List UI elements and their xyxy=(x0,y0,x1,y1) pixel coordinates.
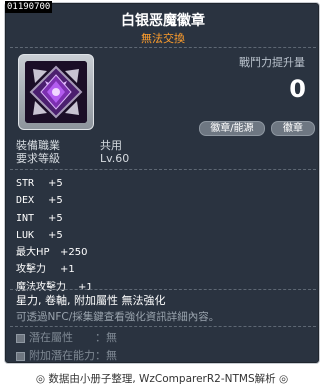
stat-value: +5 xyxy=(48,212,63,224)
stat-value: +250 xyxy=(60,247,88,259)
badge-button[interactable]: 徽章 xyxy=(271,121,315,136)
stat-name: STR xyxy=(16,178,35,189)
stat-name: LUK xyxy=(16,229,35,241)
enhancement-info-text: 可透過NFC/採集鍵查看強化資訊詳細內容。 xyxy=(16,311,220,323)
potential-value: ：無 xyxy=(95,331,117,344)
stat-value: +5 xyxy=(48,229,63,241)
bonus-potential-row: 附加潛在能力 ：無 xyxy=(16,347,117,365)
stat-name: DEX xyxy=(16,195,35,207)
level-value: Lv.60 xyxy=(100,152,130,165)
item-icon-frame xyxy=(18,54,94,130)
trade-status: 無法交換 xyxy=(141,32,185,45)
stat-name: 最大HP xyxy=(16,247,50,259)
stat-row: LUK +5 xyxy=(16,227,93,244)
combat-power-value: 0 xyxy=(289,75,306,103)
item-tooltip: 01190700 白银恶魔徽章 無法交換 戰鬥力提升量 0 徽章/能源 徽章 裝… xyxy=(4,1,320,365)
requirements: 裝備職業 共用 要求等級 Lv.60 xyxy=(16,139,129,165)
stat-name: INT xyxy=(16,212,35,224)
stat-row: INT +5 xyxy=(16,210,93,227)
divider xyxy=(10,169,316,170)
badge-energy-button[interactable]: 徽章/能源 xyxy=(199,121,265,136)
divider xyxy=(10,289,316,290)
potential-row: 潛在屬性 ：無 xyxy=(16,329,117,347)
stat-value: +1 xyxy=(60,264,75,276)
bonus-potential-label: 附加潛在能力 xyxy=(29,349,95,362)
combat-power-label: 戰鬥力提升量 xyxy=(239,56,305,69)
stat-list: STR +5 DEX +5 INT +5 LUK +5 最大HP +250 攻擊… xyxy=(16,175,93,296)
potential-list: 潛在屬性 ：無 附加潛在能力 ：無 xyxy=(16,329,117,365)
job-label: 裝備職業 xyxy=(16,139,60,152)
footer-credit: ◎ 数据由小册子整理, WzComparerR2-NTMS解析 ◎ xyxy=(35,373,289,385)
divider xyxy=(10,326,316,327)
stat-row: STR +5 xyxy=(16,175,93,192)
level-label: 要求等級 xyxy=(16,152,60,165)
stat-value: +5 xyxy=(48,178,63,189)
stat-name: 攻擊力 xyxy=(16,264,46,276)
stat-value: +5 xyxy=(48,195,63,207)
potential-label: 潛在屬性 xyxy=(29,331,73,344)
bonus-potential-icon xyxy=(16,351,25,361)
demon-badge-icon xyxy=(25,61,87,123)
enhancement-notice: 星力, 卷軸, 附加屬性 無法強化 可透過NFC/採集鍵查看強化資訊詳細內容。 xyxy=(16,293,219,325)
stat-row: DEX +5 xyxy=(16,192,93,209)
bonus-potential-value: ：無 xyxy=(95,349,117,362)
enhancement-restriction-text: 星力, 卷軸, 附加屬性 無法強化 xyxy=(16,294,166,307)
item-name: 白银恶魔徽章 xyxy=(121,13,205,29)
divider xyxy=(10,47,316,48)
potential-icon xyxy=(16,333,25,343)
job-value: 共用 xyxy=(100,139,122,152)
stat-row: 最大HP +250 xyxy=(16,244,93,261)
stat-row: 攻擊力 +1 xyxy=(16,261,93,278)
